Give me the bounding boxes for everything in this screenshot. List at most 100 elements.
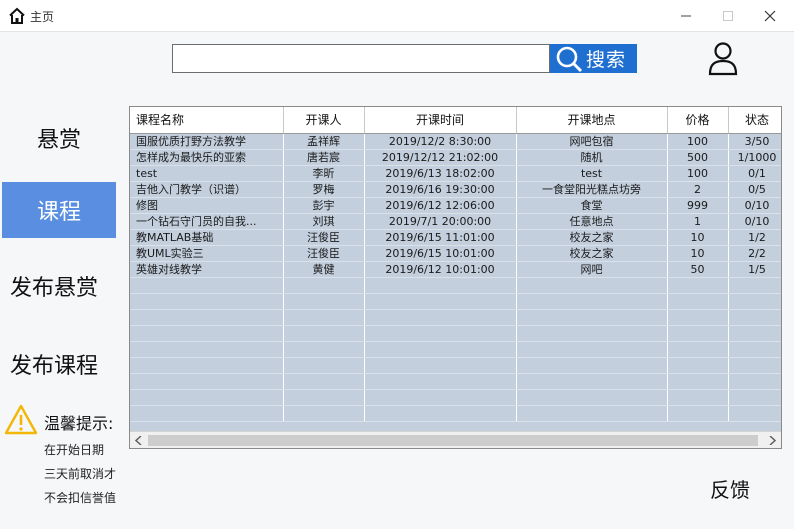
column-header-status[interactable]: 状态 [728, 107, 781, 134]
cell-status: 0/1 [728, 165, 781, 182]
scroll-left-button[interactable] [130, 432, 147, 448]
empty-cell [728, 405, 781, 422]
table-header-row: 课程名称 开课人 开课时间 开课地点 价格 状态 [130, 107, 781, 134]
column-header-teacher[interactable]: 开课人 [283, 107, 365, 134]
nav-item-reward[interactable]: 悬赏 [2, 110, 116, 166]
close-icon [764, 10, 776, 22]
empty-cell [364, 405, 517, 422]
table-row[interactable]: 修图 彭宇 2019/6/12 12:06:00 食堂 999 0/10 [130, 197, 781, 214]
feedback-button[interactable]: 反馈 [710, 474, 750, 503]
empty-cell [667, 293, 729, 310]
tip-title: 温馨提示: [44, 414, 114, 433]
course-table[interactable]: 课程名称 开课人 开课时间 开课地点 价格 状态 国服优质打野方法教学 孟祥辉 20… [129, 106, 782, 449]
table-row[interactable]: 一个钻石守门员的自我... 刘琪 2019/7/1 20:00:00 任意地点 1 0/1… [130, 213, 781, 230]
cell-location: 校友之家 [516, 245, 668, 262]
empty-cell [130, 325, 284, 342]
cell-status: 0/10 [728, 213, 781, 230]
cell-location: test [516, 165, 668, 182]
column-header-location[interactable]: 开课地点 [516, 107, 668, 134]
nav-item-post-reward[interactable]: 发布悬赏 [2, 258, 116, 314]
cell-teacher: 孟祥辉 [283, 133, 365, 150]
empty-row [130, 293, 781, 310]
cell-course-name: 修图 [130, 197, 284, 214]
cell-course-name: test [130, 165, 284, 182]
column-header-price[interactable]: 价格 [667, 107, 729, 134]
table-row[interactable]: 教UML实验三 汪俊臣 2019/6/15 10:01:00 校友之家 10 2/2 [130, 245, 781, 262]
cell-time: 2019/6/16 19:30:00 [364, 181, 517, 198]
cell-price: 10 [667, 229, 729, 246]
empty-cell [516, 309, 668, 326]
search-button[interactable]: 搜索 [550, 44, 637, 73]
empty-cell [516, 293, 668, 310]
cell-location: 随机 [516, 149, 668, 166]
column-header-course-name[interactable]: 课程名称 [130, 107, 284, 134]
minimize-icon [681, 15, 691, 17]
nav-item-post-course[interactable]: 发布课程 [2, 336, 116, 392]
table-row[interactable]: 吉他入门教学（识谱） 罗梅 2019/6/16 19:30:00 一食堂阳光糕点坊旁 2… [130, 181, 781, 198]
close-button[interactable] [750, 0, 790, 32]
nav-item-label: 发布课程 [10, 354, 99, 379]
cell-teacher: 彭宇 [283, 197, 365, 214]
table-row[interactable]: 教MATLAB基础 汪俊臣 2019/6/15 11:01:00 校友之家 10 1/2 [130, 229, 781, 246]
empty-cell [130, 405, 284, 422]
cell-course-name: 国服优质打野方法教学 [130, 133, 284, 150]
empty-cell [728, 389, 781, 406]
cell-time: 2019/6/13 18:02:00 [364, 165, 517, 182]
scroll-right-button[interactable] [764, 432, 781, 448]
cell-location: 食堂 [516, 197, 668, 214]
empty-cell [364, 309, 517, 326]
cell-time: 2019/6/15 11:01:00 [364, 229, 517, 246]
maximize-icon [723, 11, 733, 21]
cell-teacher: 唐若宸 [283, 149, 365, 166]
cell-time: 2019/7/1 20:00:00 [364, 213, 517, 230]
empty-cell [364, 293, 517, 310]
empty-row [130, 389, 781, 406]
empty-cell [516, 341, 668, 358]
empty-cell [283, 373, 365, 390]
empty-cell [667, 277, 729, 294]
cell-status: 0/5 [728, 181, 781, 198]
cell-price: 10 [667, 245, 729, 262]
empty-cell [283, 405, 365, 422]
empty-cell [130, 373, 284, 390]
table-row[interactable]: 英雄对线教学 黄健 2019/6/12 10:01:00 网吧 50 1/5 [130, 261, 781, 278]
empty-cell [130, 293, 284, 310]
user-icon[interactable] [707, 40, 739, 76]
empty-cell [364, 357, 517, 374]
empty-cell [516, 389, 668, 406]
nav-item-label: 悬赏 [36, 128, 81, 153]
search-input[interactable] [172, 44, 550, 73]
title-bar: 主页 [0, 0, 794, 32]
table-row[interactable]: 怎样成为最快乐的亚索 唐若宸 2019/12/12 21:02:00 随机 500 1/1… [130, 149, 781, 166]
cell-status: 0/10 [728, 197, 781, 214]
empty-cell [283, 309, 365, 326]
cell-price: 100 [667, 165, 729, 182]
empty-cell [364, 341, 517, 358]
empty-cell [667, 309, 729, 326]
chevron-left-icon [135, 436, 142, 445]
cell-location: 网吧 [516, 261, 668, 278]
cell-time: 2019/6/15 10:01:00 [364, 245, 517, 262]
cell-location: 网吧包宿 [516, 133, 668, 150]
cell-status: 3/50 [728, 133, 781, 150]
minimize-button[interactable] [666, 0, 706, 32]
empty-cell [667, 341, 729, 358]
cell-price: 100 [667, 133, 729, 150]
cell-location: 任意地点 [516, 213, 668, 230]
empty-cell [667, 373, 729, 390]
column-header-time[interactable]: 开课时间 [364, 107, 517, 134]
empty-cell [130, 357, 284, 374]
nav-item-course[interactable]: 课程 [2, 182, 116, 238]
scrollbar-thumb[interactable] [148, 435, 758, 446]
empty-cell [516, 373, 668, 390]
nav-item-label: 课程 [36, 200, 81, 225]
horizontal-scrollbar[interactable] [130, 431, 781, 448]
nav-item-label: 发布悬赏 [10, 276, 99, 301]
empty-cell [130, 341, 284, 358]
maximize-button[interactable] [708, 0, 748, 32]
table-row[interactable]: 国服优质打野方法教学 孟祥辉 2019/12/2 8:30:00 网吧包宿 100 3/5… [130, 133, 781, 150]
table-row[interactable]: test 李昕 2019/6/13 18:02:00 test 100 0/1 [130, 165, 781, 182]
cell-course-name: 一个钻石守门员的自我... [130, 213, 284, 230]
cell-status: 2/2 [728, 245, 781, 262]
empty-cell [283, 277, 365, 294]
